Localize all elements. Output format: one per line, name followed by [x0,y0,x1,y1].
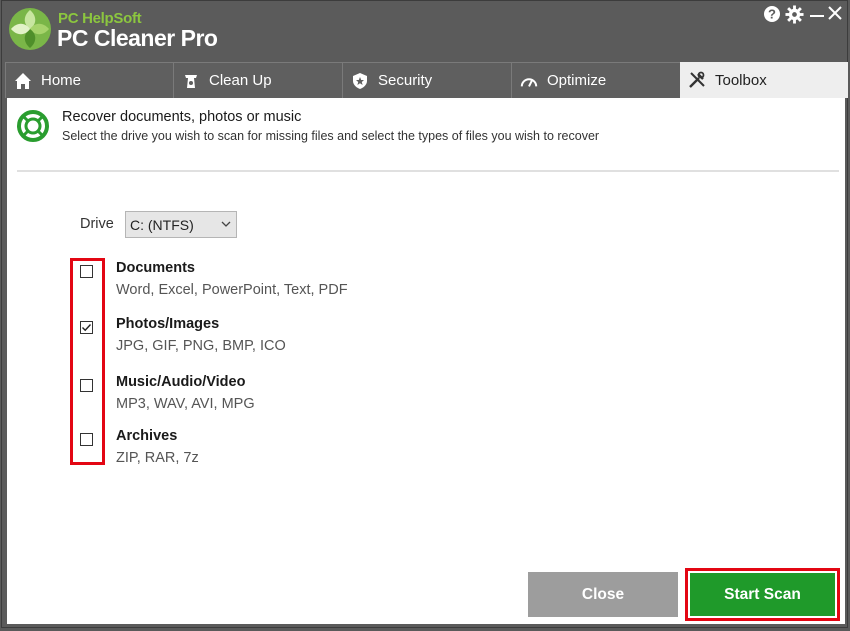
title-bar: PC HelpSoft PC Cleaner Pro ? [2,1,847,61]
close-button[interactable]: Close [528,572,678,617]
start-scan-highlight: Start Scan [685,568,840,621]
lifebuoy-icon [17,110,49,142]
page-title: Recover documents, photos or music [62,109,302,125]
brand-product: PC Cleaner Pro [57,25,218,51]
tab-label: Home [41,72,82,89]
gear-icon[interactable] [784,5,804,25]
app-window: PC HelpSoft PC Cleaner Pro ? Home Clean … [2,1,848,627]
help-icon[interactable]: ? [762,5,782,25]
drive-label: Drive [80,216,114,232]
tab-security[interactable]: Security [342,62,511,98]
option-title-documents: Documents [116,260,195,276]
option-title-music-audio-video: Music/Audio/Video [116,374,246,390]
tab-label: Optimize [547,72,607,89]
page-subtitle: Select the drive you wish to scan for mi… [62,129,600,143]
tab-toolbox[interactable]: Toolbox [680,62,848,98]
close-icon[interactable] [825,5,845,25]
tab-optimize[interactable]: Optimize [511,62,680,98]
drive-select[interactable]: C: (NTFS) [125,211,237,238]
checkbox-documents[interactable] [80,265,93,278]
option-title-archives: Archives [116,428,178,444]
shield-icon [351,72,369,90]
tab-home[interactable]: Home [5,62,173,98]
tab-clean-up[interactable]: Clean Up [173,62,342,98]
checkbox-archives[interactable] [80,433,93,446]
home-icon [14,72,32,90]
divider [17,170,839,172]
option-title-photos-images: Photos/Images [116,316,220,332]
chevron-down-icon [221,221,231,227]
tab-label: Toolbox [715,71,767,89]
option-desc-documents: Word, Excel, PowerPoint, Text, PDF [116,282,348,298]
start-scan-button[interactable]: Start Scan [690,573,835,616]
option-desc-archives: ZIP, RAR, 7z [116,450,199,466]
checkbox-music-audio-video[interactable] [80,379,93,392]
minimize-icon[interactable] [807,5,827,25]
tools-icon [688,71,706,89]
tab-label: Clean Up [209,72,272,89]
option-desc-music-audio-video: MP3, WAV, AVI, MPG [116,396,255,412]
drive-select-value: C: (NTFS) [130,217,194,233]
checkmark-icon [82,324,92,332]
tab-label: Security [378,72,433,89]
checkbox-photos-images[interactable] [80,321,93,334]
svg-text:?: ? [768,7,776,22]
logo-icon [9,8,51,50]
toolbox-panel: Recover documents, photos or music Selec… [7,98,845,624]
clean-up-icon [182,72,200,90]
speedometer-icon [520,72,538,90]
main-tabs: Home Clean Up Security Optimize Toolbox [5,62,848,98]
option-desc-photos-images: JPG, GIF, PNG, BMP, ICO [116,338,286,354]
